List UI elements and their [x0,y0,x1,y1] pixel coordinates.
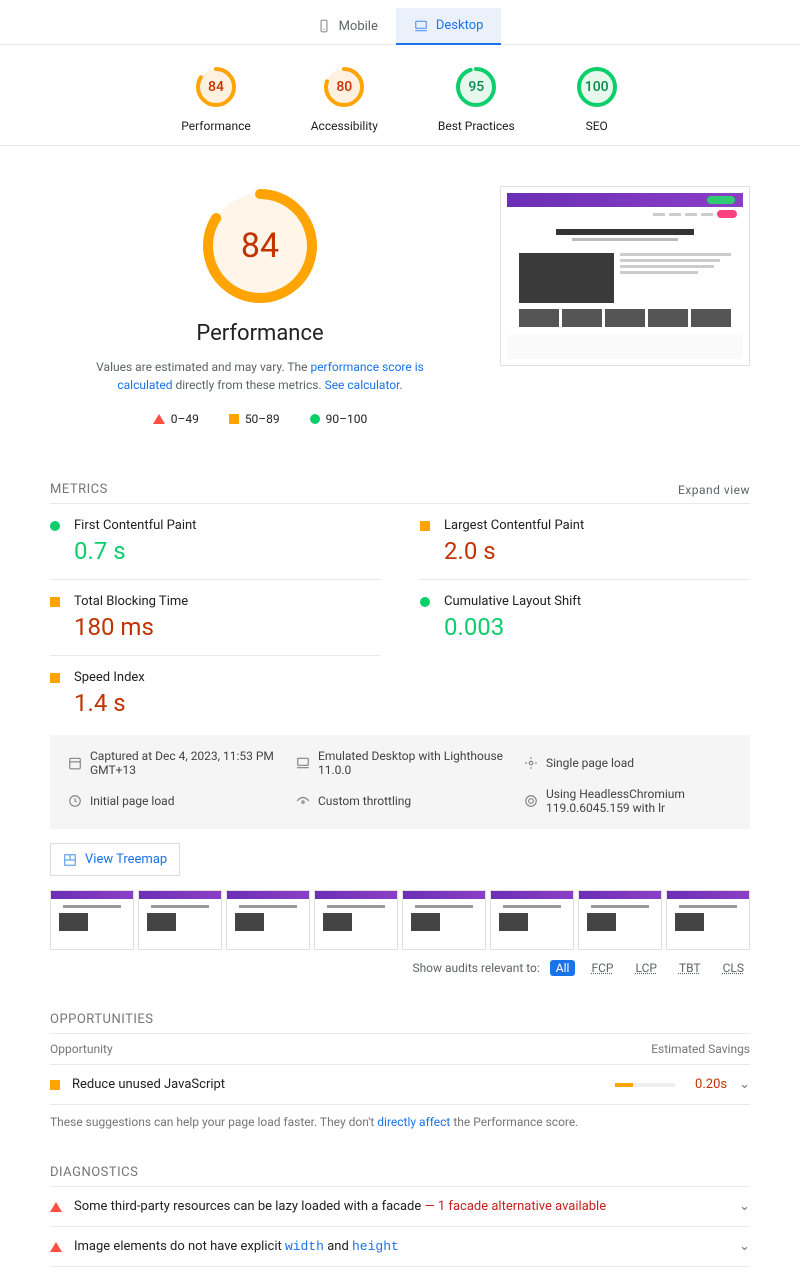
pass-icon [310,414,320,424]
performance-score: 84 [241,226,279,266]
orange-status-icon [50,673,62,685]
filmstrip-frame[interactable] [490,890,574,950]
filmstrip-frame[interactable] [314,890,398,950]
filter-lcp[interactable]: LCP [629,960,662,976]
opportunities-header: OPPORTUNITIES [50,1006,750,1034]
opportunity-row[interactable]: Reduce unused JavaScript 0.20s ⌄ [50,1065,750,1105]
performance-title: Performance [196,321,323,346]
screenshot-preview [500,186,750,366]
env-info-item: Custom throttling [296,787,504,815]
gauge-best-practices[interactable]: 95 Best Practices [438,65,515,133]
env-info-item: Single page load [524,749,732,777]
desktop-icon [414,19,428,33]
environment-info: Captured at Dec 4, 2023, 11:53 PM GMT+13… [50,735,750,829]
see-calculator-link[interactable]: See calculator [325,378,400,392]
tab-mobile[interactable]: Mobile [299,8,396,44]
chevron-down-icon[interactable]: ⌄ [739,1199,750,1214]
metrics-grid: First Contentful Paint0.7 s Largest Cont… [50,504,750,731]
metric-row: Largest Contentful Paint2.0 s [420,504,750,579]
metric-row: Cumulative Layout Shift0.003 [420,579,750,655]
performance-gauge-large: 84 [200,186,320,306]
metric-row: First Contentful Paint0.7 s [50,504,380,579]
view-treemap-button[interactable]: View Treemap [50,843,180,876]
diagnostic-row[interactable]: Image elements do not have explicit widt… [50,1227,750,1267]
filter-tbt[interactable]: TBT [673,960,707,976]
avg-icon [229,414,239,424]
filmstrip [50,890,750,950]
filmstrip-frame[interactable] [138,890,222,950]
expand-view-link[interactable]: Expand view [678,483,750,497]
metric-row: Speed Index1.4 s [50,655,380,731]
device-tabs: Mobile Desktop [0,0,800,45]
avg-icon [50,1080,60,1090]
diagnostic-row[interactable]: Some third-party resources can be lazy l… [50,1187,750,1227]
audit-filter: Show audits relevant to: All FCP LCP TBT… [50,950,750,986]
metrics-header: METRICS Expand view [50,476,750,504]
fail-icon [153,414,165,424]
green-status-icon [420,597,432,609]
green-status-icon [50,521,62,533]
filter-cls[interactable]: CLS [717,960,750,976]
opportunities-hint: These suggestions can help your page loa… [50,1105,750,1139]
filmstrip-frame[interactable] [226,890,310,950]
gauge-row: 84 Performance 80 Accessibility 95 Best … [0,45,800,146]
diagnostics-header: DIAGNOSTICS [50,1159,750,1187]
performance-desc: Values are estimated and may vary. The p… [80,358,440,394]
filmstrip-frame[interactable] [578,890,662,950]
env-info-item: Using HeadlessChromium 119.0.6045.159 wi… [524,787,732,815]
hero: 84 Performance Values are estimated and … [0,146,800,466]
filmstrip-frame[interactable] [402,890,486,950]
chevron-down-icon[interactable]: ⌄ [739,1077,750,1092]
tab-desktop-label: Desktop [436,18,484,33]
directly-affect-link[interactable]: directly affect [377,1115,450,1129]
chevron-down-icon[interactable]: ⌄ [739,1239,750,1254]
filter-fcp[interactable]: FCP [585,960,619,976]
fail-icon [50,1242,62,1252]
tab-desktop[interactable]: Desktop [396,8,502,45]
fail-icon [50,1202,62,1212]
filter-all[interactable]: All [550,960,576,976]
filmstrip-frame[interactable] [666,890,750,950]
treemap-icon [63,853,77,867]
metric-row: Total Blocking Time180 ms [50,579,380,655]
filmstrip-frame[interactable] [50,890,134,950]
env-info-item: Initial page load [68,787,276,815]
mobile-icon [317,19,331,33]
orange-status-icon [50,597,62,609]
gauge-performance[interactable]: 84 Performance [181,65,250,133]
env-info-item: Captured at Dec 4, 2023, 11:53 PM GMT+13 [68,749,276,777]
opportunity-title: Reduce unused JavaScript [72,1077,603,1092]
savings-bar [615,1083,675,1087]
legend: 0–49 50–89 90–100 [153,412,368,426]
gauge-accessibility[interactable]: 80 Accessibility [311,65,378,133]
env-info-item: Emulated Desktop with Lighthouse 11.0.0 [296,749,504,777]
gauge-seo[interactable]: 100 SEO [575,65,619,133]
tab-mobile-label: Mobile [339,19,378,34]
orange-status-icon [420,521,432,533]
savings-value: 0.20s [687,1077,727,1092]
